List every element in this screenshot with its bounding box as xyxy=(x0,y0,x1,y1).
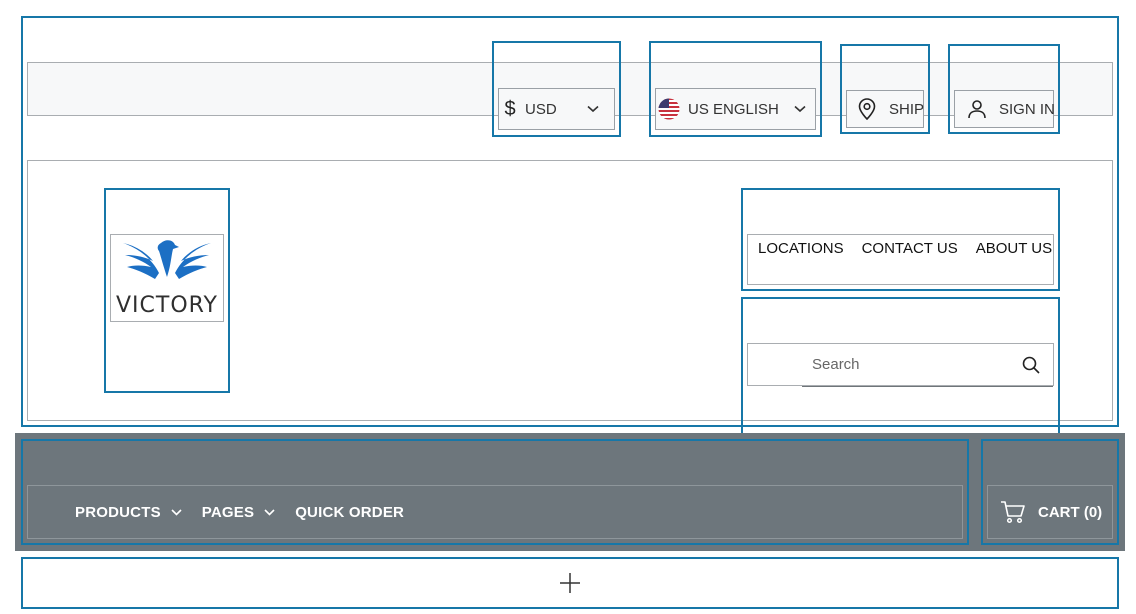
nav-item-quick-order[interactable]: QUICK ORDER xyxy=(295,504,404,521)
chevron-down-icon xyxy=(171,508,182,516)
add-section-button[interactable] xyxy=(21,557,1119,609)
nav-item-pages[interactable]: PAGES xyxy=(202,504,275,521)
logo[interactable]: VICTORY xyxy=(110,234,224,322)
about-us-link[interactable]: ABOUT US xyxy=(976,240,1052,257)
sign-in-label: SIGN IN xyxy=(999,100,1055,118)
nav-item-label: QUICK ORDER xyxy=(295,503,405,521)
search-underline xyxy=(802,386,1053,387)
dollar-icon: $ xyxy=(504,97,516,120)
currency-selector[interactable]: $ USD xyxy=(498,88,615,130)
nav-item-label: PAGES xyxy=(201,503,255,521)
currency-label: USD xyxy=(525,100,557,118)
language-label: US ENGLISH xyxy=(688,100,779,118)
language-selector[interactable]: US ENGLISH xyxy=(655,88,816,130)
us-flag-icon xyxy=(658,98,680,120)
nav-item-products[interactable]: PRODUCTS xyxy=(75,504,182,521)
chevron-down-icon xyxy=(587,105,599,113)
chevron-down-icon xyxy=(794,105,806,113)
cart-label: CART (0) xyxy=(1038,503,1103,521)
search-icon[interactable] xyxy=(1021,355,1041,375)
ship-button[interactable]: SHIP xyxy=(846,90,924,128)
locations-link[interactable]: LOCATIONS xyxy=(758,240,844,257)
nav-item-label: PRODUCTS xyxy=(75,503,161,521)
location-pin-icon xyxy=(858,98,876,120)
cart-button[interactable]: CART (0) xyxy=(987,485,1113,539)
top-links: LOCATIONS CONTACT US ABOUT US xyxy=(747,234,1054,285)
eagle-logo-icon xyxy=(123,240,211,279)
search-bar xyxy=(747,343,1054,387)
search-input[interactable] xyxy=(802,345,1022,384)
chevron-down-icon xyxy=(264,508,275,516)
ship-label: SHIP xyxy=(889,100,925,118)
contact-us-link[interactable]: CONTACT US xyxy=(862,240,958,257)
plus-icon xyxy=(560,573,580,593)
sign-in-button[interactable]: SIGN IN xyxy=(954,90,1055,128)
cart-icon xyxy=(1001,501,1025,524)
logo-text: VICTORY xyxy=(116,293,218,318)
main-nav: PRODUCTS PAGES QUICK ORDER xyxy=(27,485,963,539)
user-icon xyxy=(968,100,986,119)
